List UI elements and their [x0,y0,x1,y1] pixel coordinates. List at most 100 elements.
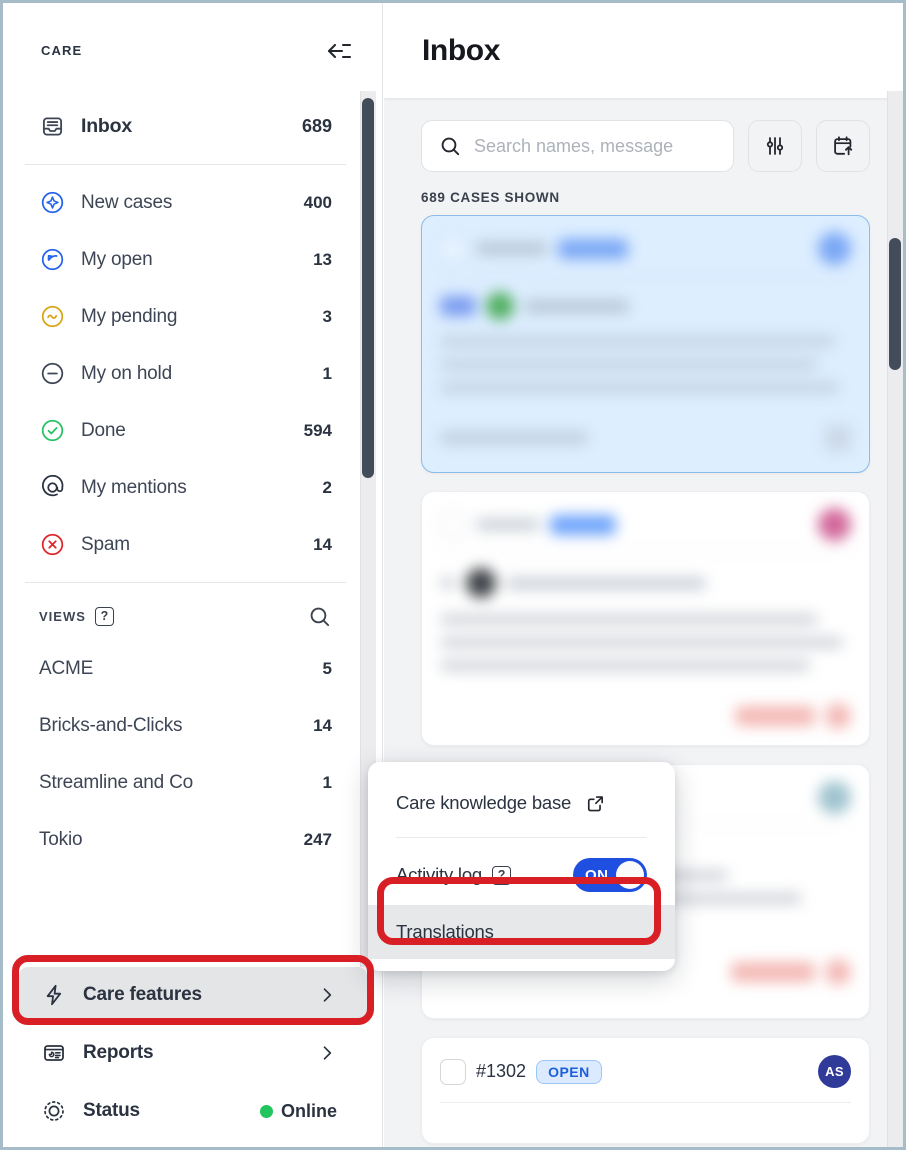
calendar-upload-icon [831,134,855,158]
sidebar-item-my-pending[interactable]: My pending 3 [17,288,368,345]
sidebar-header: CARE [3,3,382,98]
case-card-blurred-content [422,492,869,743]
status-dotted-circle-icon [41,1098,67,1124]
main-scrollbar-thumb[interactable] [889,238,901,370]
sidebar-item-label: Reports [83,1042,154,1063]
sidebar-item-spam[interactable]: Spam 14 [17,516,368,573]
case-card[interactable] [421,215,870,473]
view-count: 1 [322,772,332,792]
sparkle-circle-icon [39,190,65,216]
search-box[interactable] [421,120,734,172]
status-dot-icon [259,1104,273,1118]
views-search-icon[interactable] [307,604,332,629]
avatar: AS [818,1055,851,1088]
sidebar-item-label: My open [81,248,153,270]
app-window: CARE Inbox 689 New cases 400 My open 13 … [0,0,906,1150]
popup-item-care-knowledge-base[interactable]: Care knowledge base [368,776,675,830]
sidebar-item-count: 1 [322,363,332,383]
popup-item-activity-log[interactable]: Activity log ? ON [368,845,675,905]
sidebar-item-label: My mentions [81,476,187,498]
view-label: Streamline and Co [39,771,193,793]
toggle-state-label: ON [585,866,609,884]
sidebar-item-reports[interactable]: Reports [19,1025,367,1081]
view-label: Tokio [39,828,83,850]
case-id: #1302 [476,1061,527,1081]
view-label: ACME [39,657,94,679]
sidebar-item-label: New cases [81,191,173,213]
sidebar-view-acme[interactable]: ACME 5 [17,640,368,697]
popup-divider [396,837,647,838]
at-circle-icon [39,475,65,501]
sidebar-item-label: Done [81,419,126,441]
view-count: 5 [322,658,332,678]
sidebar-bottom-nav: Care features Reports Status Online [3,967,382,1147]
check-circle-icon [39,418,65,444]
sidebar-item-status[interactable]: Status Online [19,1083,367,1139]
sidebar-item-my-on-hold[interactable]: My on hold 1 [17,345,368,402]
view-label: Bricks-and-Clicks [39,714,183,736]
sidebar-item-care-features[interactable]: Care features [19,967,367,1023]
minus-circle-icon [39,361,65,387]
collapse-left-icon[interactable] [322,34,356,68]
activity-log-help-icon[interactable]: ? [492,865,512,885]
main-toolbar [384,98,903,172]
filter-sliders-icon [763,134,787,158]
sidebar-item-label: Care features [83,984,202,1005]
status-badge[interactable]: Online [259,1101,337,1122]
sidebar-item-inbox[interactable]: Inbox 689 [17,98,368,155]
popup-item-label: Activity log [396,864,483,885]
case-checkbox[interactable] [440,1058,466,1085]
sidebar-item-count: 3 [322,306,332,326]
care-features-popup-menu: Care knowledge base Activity log ? ON Tr… [368,762,675,971]
sidebar-item-count: 13 [313,249,332,269]
sidebar-item-label: Status [83,1100,140,1121]
sidebar-nav: Inbox 689 New cases 400 My open 13 My pe… [3,98,382,868]
case-card-list: #1302 OPEN AS [384,215,903,1144]
activity-log-toggle[interactable]: ON [573,858,647,892]
avatar [818,781,851,814]
avatar [818,232,851,265]
search-icon [438,134,462,158]
reopen-circle-icon [39,247,65,273]
views-help-icon[interactable]: ? [94,606,114,626]
reports-icon [41,1040,67,1066]
case-card[interactable] [421,491,870,746]
sidebar-item-count: 594 [303,420,332,440]
date-export-button[interactable] [816,120,870,172]
sidebar-item-done[interactable]: Done 594 [17,402,368,459]
search-input[interactable] [474,135,717,157]
case-checkbox[interactable] [440,235,466,262]
external-link-icon [585,793,606,814]
page-title: Inbox [422,33,500,67]
popup-item-label: Care knowledge base [396,792,572,813]
sidebar-view-streamline-and-co[interactable]: Streamline and Co 1 [17,754,368,811]
bolt-icon [41,982,67,1008]
inbox-icon [39,114,65,140]
sidebar-item-count: 14 [313,534,332,554]
main-header: Inbox [384,3,903,98]
sidebar-item-count: 2 [322,477,332,497]
views-title: VIEWS [39,608,86,624]
sidebar-view-bricks-and-clicks[interactable]: Bricks-and-Clicks 14 [17,697,368,754]
sidebar-view-tokio[interactable]: Tokio 247 [17,811,368,868]
sidebar: CARE Inbox 689 New cases 400 My open 13 … [3,3,383,1147]
sidebar-scrollbar-thumb[interactable] [362,98,374,478]
sidebar-item-label: Inbox [81,115,132,137]
case-checkbox[interactable] [440,511,466,538]
view-count: 14 [313,715,332,735]
sidebar-item-my-mentions[interactable]: My mentions 2 [17,459,368,516]
main-panel: Inbox Search names, message 689 CASES SH… [384,3,903,1147]
brand-title: CARE [41,43,83,58]
sidebar-item-new-cases[interactable]: New cases 400 [17,174,368,231]
status-badge: OPEN [536,1059,602,1084]
filter-button[interactable] [748,120,802,172]
case-card[interactable]: #1302 OPEN AS [421,1037,870,1144]
cases-shown-label: 689 CASES SHOWN [421,190,560,205]
sidebar-item-my-open[interactable]: My open 13 [17,231,368,288]
popup-item-translations[interactable]: Translations [368,905,675,959]
sidebar-divider-1 [25,164,346,165]
avatar [818,508,851,541]
popup-item-label: Translations [396,921,494,942]
toggle-knob [616,861,644,889]
x-circle-icon [39,532,65,558]
